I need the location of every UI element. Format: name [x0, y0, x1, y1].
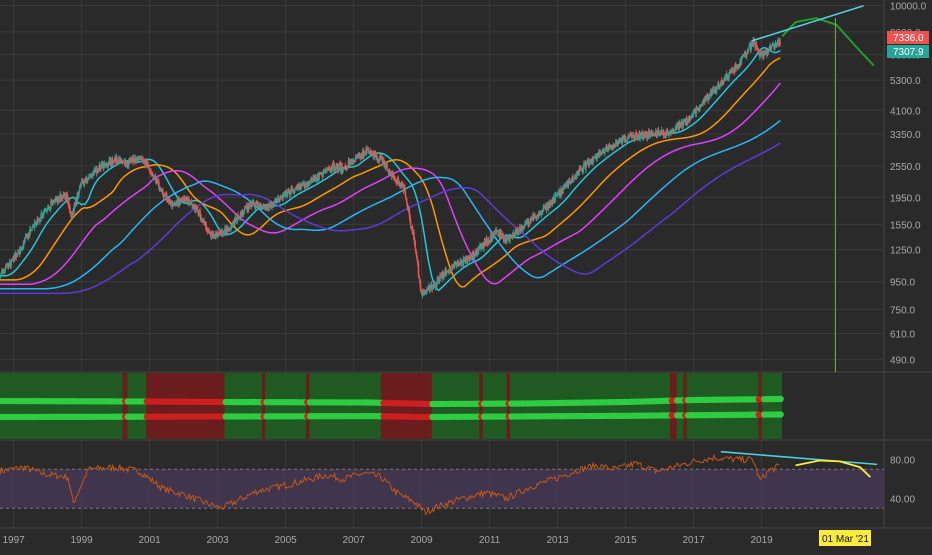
candle-up: [473, 256, 476, 258]
price-tick-label: 1950.0: [890, 193, 921, 204]
candle-up: [24, 238, 26, 243]
time-tick-label: 2015: [614, 535, 637, 546]
candle-up: [83, 183, 86, 186]
chart-background: [0, 0, 932, 550]
candle-down: [139, 156, 142, 158]
price-tag-green: 7307.9: [893, 47, 924, 58]
candle-up: [31, 229, 33, 231]
candle-down: [415, 251, 418, 256]
price-tick-label: 490.0: [890, 355, 915, 366]
candle-down: [190, 201, 193, 205]
chart-svg: 10000.08000.06600.05300.04100.03350.0255…: [0, 0, 932, 550]
time-tick-label: 2019: [750, 535, 773, 546]
time-tick-label: 1999: [70, 535, 93, 546]
time-tick-label: 1997: [2, 535, 25, 546]
price-tick-label: 5300.0: [890, 76, 921, 87]
candle-down: [404, 191, 407, 197]
time-tick-label: 2009: [410, 535, 433, 546]
candle-down: [779, 40, 781, 45]
candle-down: [426, 289, 429, 291]
candle-up: [60, 199, 63, 201]
ribbon-red-span: [122, 373, 128, 439]
date-marker-label: 01 Mar '21: [822, 534, 869, 545]
rsi-tick-label: 40.00: [890, 495, 915, 506]
candle-up: [673, 131, 676, 133]
candle-up: [294, 189, 296, 191]
time-tick-label: 2013: [546, 535, 569, 546]
candle-down: [417, 263, 420, 276]
price-tick-label: 4100.0: [890, 106, 921, 117]
ribbon-dot-upper: [777, 395, 784, 403]
ribbon-red-span: [758, 373, 762, 439]
rsi-band: [0, 469, 884, 509]
chart-root: 10000.08000.06600.05300.04100.03350.0255…: [0, 0, 932, 550]
candle-down: [405, 198, 408, 202]
candle-up: [439, 274, 441, 282]
candle-down: [418, 275, 420, 279]
candle-down: [419, 281, 422, 290]
candle-up: [10, 261, 12, 266]
price-tick-label: 1250.0: [890, 246, 921, 257]
candle-down: [409, 220, 412, 225]
time-tick-label: 2003: [206, 535, 229, 546]
candle-up: [363, 154, 365, 157]
candle-down: [414, 241, 416, 248]
time-tick-label: 2011: [479, 535, 501, 546]
candle-down: [148, 167, 150, 170]
candle-up: [243, 208, 246, 211]
candle-down: [196, 205, 199, 210]
ribbon-red-span: [683, 373, 687, 439]
ribbon-red-span: [669, 373, 677, 439]
candle-up: [273, 203, 275, 207]
price-tick-label: 950.0: [890, 278, 915, 289]
candle-up: [179, 200, 182, 203]
rsi-tick-label: 80.00: [890, 456, 915, 467]
price-tick-label: 1550.0: [890, 220, 921, 231]
candle-down: [116, 163, 119, 165]
candle-up: [747, 47, 750, 51]
ribbon-red-span: [306, 373, 310, 439]
price-tag-red: 7336.0: [893, 33, 924, 44]
price-tick-label: 750.0: [890, 305, 915, 316]
time-tick-label: 2005: [274, 535, 297, 546]
ribbon-dot-lower: [777, 411, 784, 418]
time-tick-label: 2001: [138, 535, 161, 546]
time-tick-label: 2017: [682, 535, 705, 546]
candle-up: [254, 202, 257, 208]
candle-up: [80, 183, 82, 186]
candle-up: [542, 207, 545, 212]
candle-down: [723, 81, 725, 83]
candle-up: [466, 260, 469, 264]
candle-up: [767, 51, 770, 54]
price-tick-label: 610.0: [890, 330, 915, 341]
candle-up: [745, 52, 748, 57]
ribbon-red-span: [261, 373, 266, 439]
candle-up: [322, 172, 324, 178]
candle-down: [386, 164, 388, 169]
price-tick-label: 10000.0: [890, 2, 927, 13]
price-tick-label: 2550.0: [890, 162, 921, 173]
time-tick-label: 2007: [342, 535, 365, 546]
candle-up: [604, 149, 606, 154]
candle-up: [668, 134, 670, 136]
ribbon-red-span: [146, 373, 225, 439]
ribbon-panel: [0, 373, 784, 439]
price-tick-label: 3350.0: [890, 130, 921, 141]
